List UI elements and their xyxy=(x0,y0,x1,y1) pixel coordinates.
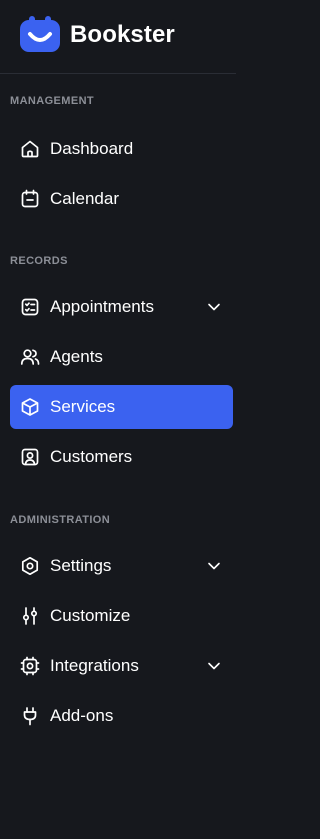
sidebar-item-dashboard[interactable]: Dashboard xyxy=(10,127,233,171)
app-name: Bookster xyxy=(70,21,175,48)
sidebar-item-label: Customers xyxy=(50,447,133,466)
sidebar-item-label: Settings xyxy=(50,556,112,575)
sidebar-item-customers[interactable]: Customers xyxy=(10,435,233,479)
sliders-icon xyxy=(20,606,40,626)
bookster-logo-icon xyxy=(20,16,60,52)
sidebar-item-label: Integrations xyxy=(50,656,139,675)
chevron-down-icon[interactable] xyxy=(207,301,221,313)
box-icon xyxy=(20,397,40,417)
chevron-down-icon[interactable] xyxy=(207,560,221,572)
header-divider xyxy=(0,73,236,74)
section-label-records: RECORDS xyxy=(10,255,68,267)
sidebar-item-label: Services xyxy=(50,397,116,416)
sidebar-item-integrations[interactable]: Integrations xyxy=(10,644,233,688)
calendar-icon xyxy=(20,189,40,209)
sidebar-item-label: Calendar xyxy=(50,189,119,208)
brand-header[interactable]: Bookster xyxy=(0,0,236,74)
section-label-administration: ADMINISTRATION xyxy=(10,514,111,526)
user-card-icon xyxy=(20,447,40,467)
cpu-icon xyxy=(20,656,40,676)
sidebar-item-calendar[interactable]: Calendar xyxy=(10,177,233,221)
chevron-down-icon[interactable] xyxy=(207,660,221,672)
sidebar-item-services[interactable]: Services xyxy=(10,385,233,429)
hexagon-settings-icon xyxy=(20,556,40,576)
section-label-management: MANAGEMENT xyxy=(10,95,95,107)
sidebar-item-customize[interactable]: Customize xyxy=(10,594,233,638)
sidebar-item-label: Appointments xyxy=(50,297,154,316)
checklist-icon xyxy=(20,297,40,317)
sidebar-item-label: Add-ons xyxy=(50,706,114,725)
sidebar-item-agents[interactable]: Agents xyxy=(10,335,233,379)
sidebar-item-settings[interactable]: Settings xyxy=(10,544,233,588)
sidebar-item-add-ons[interactable]: Add-ons xyxy=(10,694,233,738)
sidebar-item-appointments[interactable]: Appointments xyxy=(10,285,233,329)
sidebar-item-label: Dashboard xyxy=(50,139,134,158)
sidebar: Bookster MANAGEMENT Dashboard Calendar R… xyxy=(0,0,236,839)
home-icon xyxy=(20,139,40,159)
sidebar-item-label: Customize xyxy=(50,606,131,625)
plug-icon xyxy=(20,706,40,726)
sidebar-item-label: Agents xyxy=(50,347,103,366)
users-icon xyxy=(20,347,40,367)
